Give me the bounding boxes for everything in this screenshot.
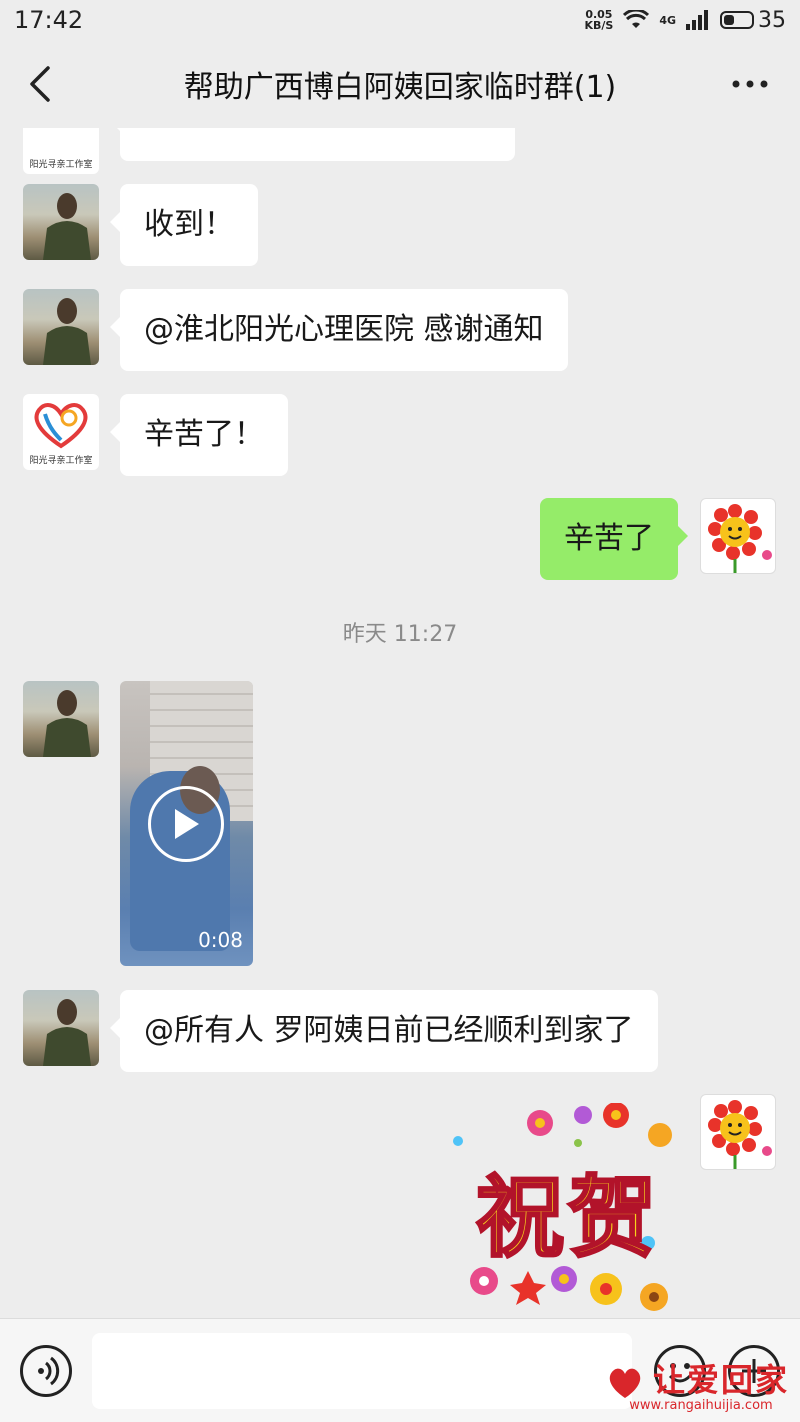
battery-level: 35	[758, 7, 786, 33]
more-button[interactable]	[730, 70, 770, 100]
site-watermark: 让爱回家 www.rangaihuijia.com	[602, 1362, 800, 1422]
status-time: 17:42	[14, 6, 84, 34]
person-silhouette-icon	[43, 298, 91, 365]
sticker-text: 祝贺	[474, 1166, 660, 1269]
play-icon[interactable]	[148, 786, 224, 862]
sunflower-icon	[708, 1100, 772, 1169]
voice-icon	[38, 1356, 60, 1386]
avatar-man[interactable]	[23, 990, 99, 1066]
message-input[interactable]	[92, 1333, 632, 1409]
avatar-man[interactable]	[23, 289, 99, 365]
status-bar: 17:42 0.05 KB/S 4G 35	[0, 0, 800, 40]
person-silhouette-icon	[43, 193, 91, 260]
message-bubble[interactable]: @所有人 罗阿姨日前已经顺利到家了	[110, 990, 658, 1072]
person-silhouette-icon	[43, 999, 91, 1066]
avatar-sunshine-studio[interactable]: 阳光寻亲工作室	[23, 128, 99, 174]
video-message[interactable]: 0:08	[120, 681, 253, 966]
battery-icon	[720, 11, 754, 29]
wifi-icon	[623, 10, 650, 28]
battery-indicator: 35	[720, 8, 786, 33]
message-bubble[interactable]: @淮北阳光心理医院 感谢通知	[110, 289, 568, 371]
message-bubble[interactable]: 辛苦了！	[110, 394, 288, 476]
watermark-heart-logo	[609, 1368, 641, 1398]
status-icons: 0.05 KB/S 4G 35	[584, 8, 786, 33]
message-bubble[interactable]	[110, 128, 515, 161]
message-bubble-self[interactable]: 辛苦了	[540, 498, 688, 580]
more-dots-icon	[732, 80, 768, 88]
back-button[interactable]	[22, 62, 62, 106]
chevron-left-icon	[30, 66, 50, 102]
avatar-self[interactable]	[700, 498, 776, 574]
heart-logo-icon	[34, 403, 88, 449]
signal-icon	[686, 10, 708, 30]
sunflower-icon	[708, 504, 772, 573]
chat-message-list[interactable]: 阳光寻亲工作室 收到！ @淮北阳光心理医院 感谢通知 阳光寻亲工作室 辛苦了！ …	[0, 128, 800, 1318]
avatar-sunshine-studio[interactable]: 阳光寻亲工作室	[23, 394, 99, 470]
person-silhouette-icon	[43, 690, 91, 757]
voice-button[interactable]	[20, 1345, 72, 1397]
avatar-man[interactable]	[23, 681, 99, 757]
message-timestamp: 昨天 11:27	[342, 622, 458, 647]
watermark-url: www.rangaihuijia.com	[629, 1398, 773, 1413]
message-bubble[interactable]: 收到！	[110, 184, 258, 266]
network-type-label: 4G	[659, 13, 676, 27]
chat-title: 帮助广西博白阿姨回家临时群(1)	[183, 70, 617, 105]
network-speed: 0.05 KB/S	[584, 8, 614, 32]
avatar-self[interactable]	[700, 1094, 776, 1170]
video-duration: 0:08	[198, 928, 243, 952]
congratulations-sticker[interactable]: 祝贺	[448, 1102, 688, 1318]
chat-header: 帮助广西博白阿姨回家临时群(1)	[0, 40, 800, 128]
avatar-man[interactable]	[23, 184, 99, 260]
